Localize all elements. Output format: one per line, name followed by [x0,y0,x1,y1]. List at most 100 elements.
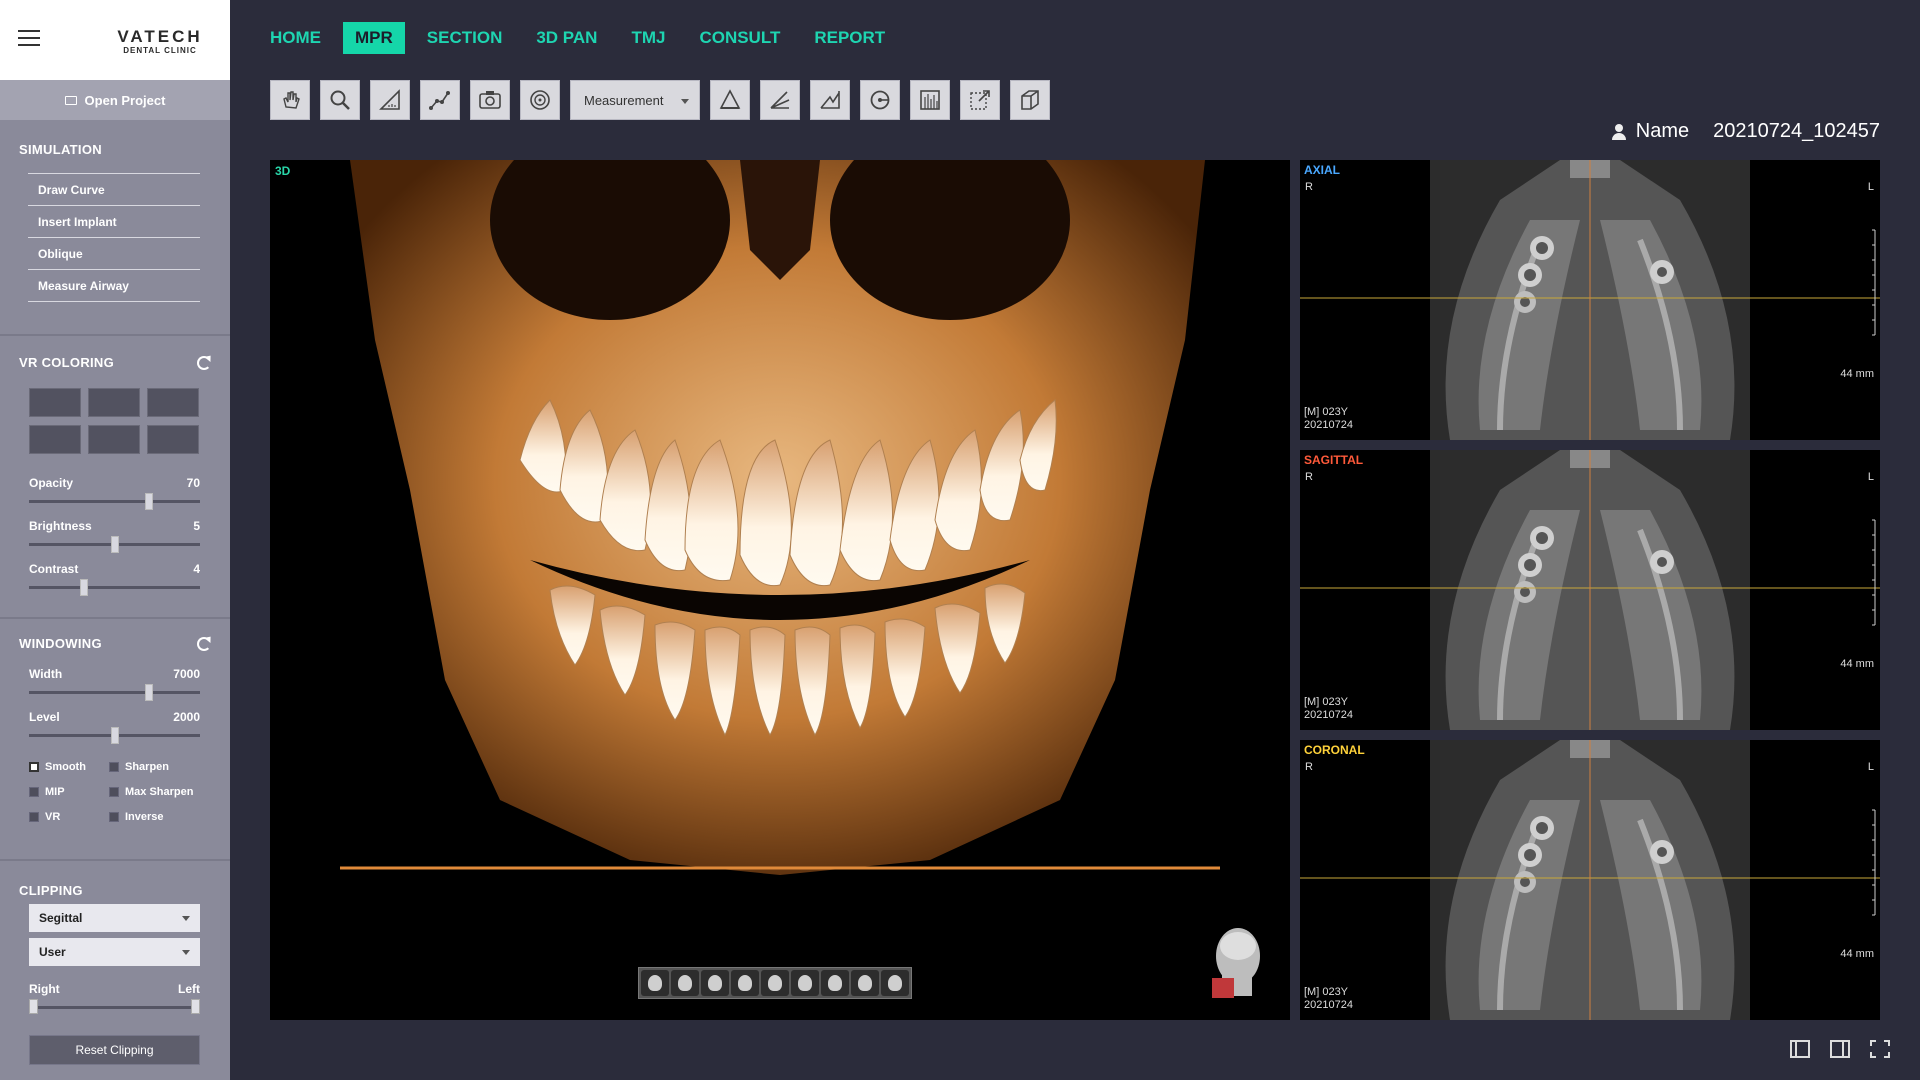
checkbox-mip[interactable] [29,787,39,797]
clip-plane-select[interactable]: Segittal [29,904,200,932]
level-track[interactable] [29,727,200,744]
contrast-track[interactable] [29,579,200,596]
checkbox-sharpen[interactable] [109,762,119,772]
sim-item-oblique[interactable]: Oblique [28,238,200,270]
sim-item-insert-implant[interactable]: Insert Implant [28,206,200,238]
histogram-icon[interactable] [910,80,950,120]
tab-3d-pan[interactable]: 3D PAN [524,22,609,54]
profile-icon[interactable] [810,80,850,120]
option-max-sharpen[interactable]: Max Sharpen [109,784,199,800]
contrast-label: Contrast [29,562,79,576]
mpr-sagittal-panel[interactable]: SAGITTAL R L 44 mm [M] 023Y 20210724 [1300,450,1880,730]
checkbox-max-sharpen[interactable] [109,787,119,797]
level-label: Level [29,710,60,724]
opacity-thumb[interactable] [144,493,153,510]
tab-section[interactable]: SECTION [415,22,515,54]
option-sharpen[interactable]: Sharpen [109,759,199,775]
opacity-track[interactable] [29,493,200,510]
width-slider: Width 7000 [29,667,200,701]
zoom-icon[interactable] [320,80,360,120]
brightness-thumb[interactable] [110,536,119,553]
width-track[interactable] [29,684,200,701]
view-top-icon[interactable] [821,970,849,996]
coronal-l-label: L [1867,761,1874,773]
tab-home[interactable]: HOME [258,22,333,54]
area-icon[interactable] [760,80,800,120]
layout-switcher [1790,1040,1890,1058]
coronal-scan-image [1300,740,1880,1020]
view-back-icon[interactable] [791,970,819,996]
logo-name: VATECH [117,27,203,46]
hamburger-menu-icon[interactable] [18,30,40,48]
option-inverse[interactable]: Inverse [109,809,199,825]
width-value: 7000 [173,667,200,681]
sagittal-label: SAGITTAL [1304,453,1364,467]
tab-tmj[interactable]: TMJ [619,22,677,54]
option-smooth[interactable]: Smooth [29,759,109,775]
clip-track[interactable] [29,999,200,1014]
checkbox-inverse[interactable] [109,812,119,822]
vr-preset-1[interactable] [29,388,81,417]
layout-split-icon[interactable] [1830,1040,1850,1058]
clip-right-thumb[interactable] [29,999,38,1014]
sagittal-info: [M] 023Y 20210724 [1304,696,1353,722]
clip-left-label: Left [178,982,200,996]
option-vr[interactable]: VR [29,809,109,825]
reset-view-icon[interactable] [520,80,560,120]
tab-mpr[interactable]: MPR [343,22,405,54]
vr-preset-2[interactable] [88,388,140,417]
vr-preset-4[interactable] [29,425,81,454]
windowing-reset-icon[interactable] [197,636,211,651]
cube-icon[interactable] [1010,80,1050,120]
layout-single-icon[interactable] [1790,1040,1810,1058]
view-reset-icon[interactable] [881,970,909,996]
axial-info: [M] 023Y 20210724 [1304,406,1353,432]
level-thumb[interactable] [110,727,119,744]
checkbox-vr[interactable] [29,812,39,822]
sim-item-draw-curve[interactable]: Draw Curve [28,174,200,206]
reset-clipping-button[interactable]: Reset Clipping [29,1035,200,1065]
fullscreen-icon[interactable] [1870,1040,1890,1058]
contrast-thumb[interactable] [79,579,88,596]
axial-label: AXIAL [1304,163,1340,177]
view-left-icon[interactable] [671,970,699,996]
sim-item-measure-airway[interactable]: Measure Airway [28,270,200,302]
view-front-icon[interactable] [701,970,729,996]
sagittal-info-patient: [M] 023Y [1304,696,1349,708]
skull-render-image [340,160,1220,875]
tab-report[interactable]: REPORT [802,22,897,54]
angle-icon[interactable] [710,80,750,120]
vr-preset-5[interactable] [88,425,140,454]
mpr-coronal-panel[interactable]: CORONAL R L 44 mm [M] 023Y 20210724 [1300,740,1880,1020]
view-right-icon[interactable] [731,970,759,996]
tab-consult[interactable]: CONSULT [687,22,792,54]
viewport-3d[interactable]: 3D [270,160,1290,1020]
clip-left-thumb[interactable] [191,999,200,1014]
pan-icon[interactable] [270,80,310,120]
axial-r-label: R [1305,181,1313,193]
orientation-head-icon[interactable] [1208,924,1264,1000]
rotate-icon[interactable] [860,80,900,120]
mpr-axial-panel[interactable]: AXIAL R L 44 mm [M] 023Y 20210724 [1300,160,1880,440]
view-bottom-icon[interactable] [851,970,879,996]
view-front-right-icon[interactable] [761,970,789,996]
view-front-left-icon[interactable] [641,970,669,996]
width-thumb[interactable] [144,684,153,701]
vr-reset-icon[interactable] [197,355,211,370]
open-project-label: Open Project [84,92,166,108]
clip-mode-select[interactable]: User [29,938,200,966]
export-icon[interactable] [960,80,1000,120]
polyline-icon[interactable] [420,80,460,120]
vr-preset-3[interactable] [147,388,199,417]
vr-preset-6[interactable] [147,425,199,454]
chevron-down-icon [182,916,190,921]
option-mip[interactable]: MIP [29,784,109,800]
camera-icon[interactable] [470,80,510,120]
measurement-dropdown[interactable]: Measurement [570,80,700,120]
ruler-icon[interactable] [370,80,410,120]
brightness-track[interactable] [29,536,200,553]
coronal-r-label: R [1305,761,1313,773]
open-project-button[interactable]: Open Project [0,80,230,120]
simulation-title: SIMULATION [19,142,102,157]
checkbox-smooth[interactable] [29,762,39,772]
